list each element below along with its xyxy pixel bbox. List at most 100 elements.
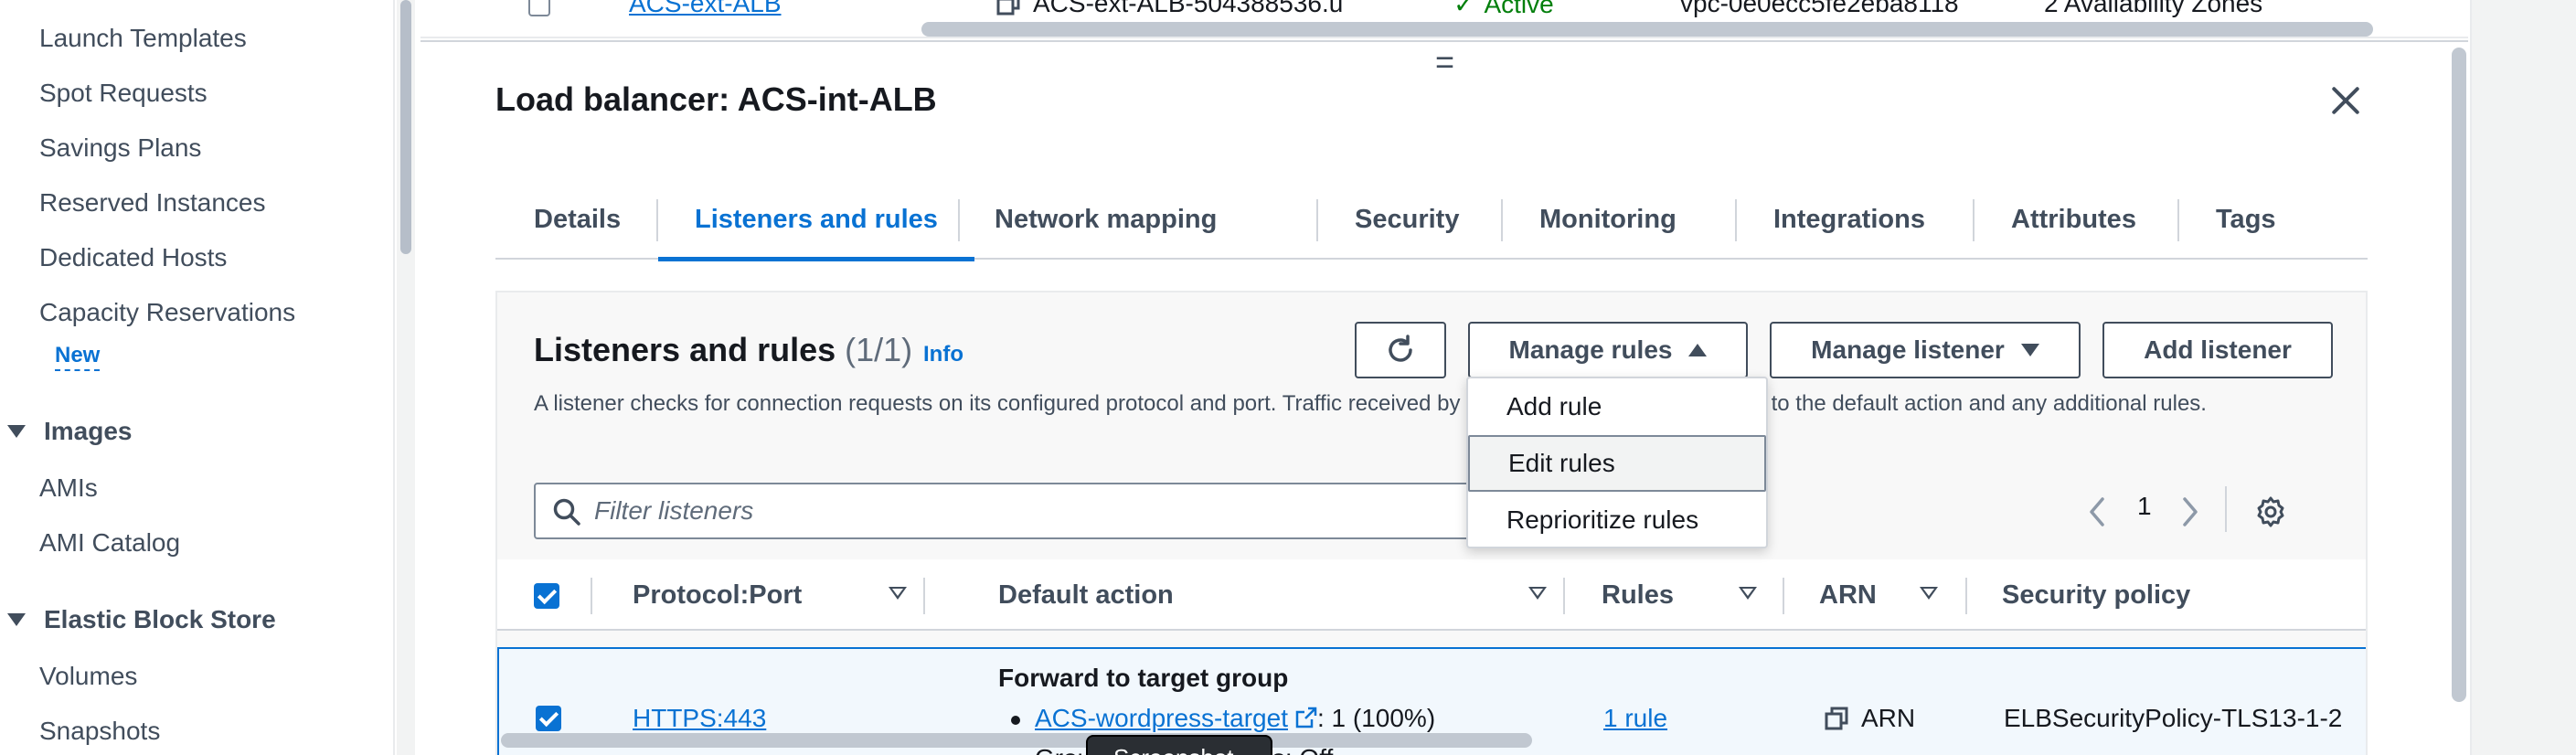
column-header-default-action[interactable]: Default action [998, 559, 1174, 631]
filter-listeners-input[interactable] [594, 484, 1554, 537]
load-balancers-table-row: ACS-ext-ALB ACS-ext-ALB-504388536.u ✓ Act… [420, 0, 2468, 38]
tab-listeners-and-rules[interactable]: Listeners and rules [658, 179, 974, 261]
tab-tags[interactable]: Tags [2216, 179, 2276, 260]
copy-icon[interactable] [996, 0, 1020, 16]
column-header-protocol-port[interactable]: Protocol:Port [633, 559, 802, 631]
filter-field[interactable] [534, 483, 1567, 539]
split-panel: = Load balancer: ACS-int-ALB Details Lis… [420, 40, 2468, 755]
target-group-link[interactable]: ACS-wordpress-target [1035, 704, 1288, 732]
sidebar-item-volumes[interactable]: Volumes [39, 662, 137, 691]
arn-copy[interactable]: ARN [1825, 704, 1915, 733]
column-header-rules[interactable]: Rules [1602, 559, 1674, 631]
manage-rules-button[interactable]: Manage rules [1468, 322, 1748, 378]
listeners-description: A listener checks for connection request… [534, 391, 2207, 416]
column-header-arn[interactable]: ARN [1819, 559, 1877, 631]
manage-rules-menu: Add rule Edit rules Reprioritize rules [1466, 377, 1768, 548]
column-divider [591, 578, 592, 614]
tab-divider [1316, 199, 1318, 241]
sidebar-item-ami-catalog[interactable]: AMI Catalog [39, 528, 180, 558]
tab-network-mapping[interactable]: Network mapping [995, 179, 1217, 260]
listeners-container: Listeners and rules (1/1) Info A listene… [495, 291, 2368, 755]
select-all-checkbox[interactable] [534, 583, 559, 609]
listeners-heading: Listeners and rules (1/1) [534, 331, 912, 369]
load-balancer-name-link[interactable]: ACS-ext-ALB [629, 0, 782, 18]
tab-security[interactable]: Security [1355, 179, 1459, 260]
manage-listener-button[interactable]: Manage listener [1770, 322, 2081, 378]
chevron-left-icon[interactable] [2086, 495, 2108, 528]
sidebar-item-launch-templates[interactable]: Launch Templates [39, 24, 247, 53]
page-number[interactable]: 1 [2137, 492, 2152, 521]
tab-divider [1973, 199, 1975, 241]
screenshot-tooltip: Screenshot [1086, 735, 1272, 755]
refresh-icon [1389, 335, 1412, 362]
sidebar-nav: Launch Templates Spot Requests Savings P… [0, 0, 395, 755]
sidebar-item-capacity-reservations[interactable]: Capacity Reservations [39, 298, 295, 327]
tab-divider [1735, 199, 1737, 241]
sidebar-item-savings-plans[interactable]: Savings Plans [39, 133, 201, 163]
copy-icon[interactable] [1825, 707, 1848, 730]
state-text: Active [1484, 0, 1554, 18]
panel-vertical-scrollbar[interactable] [2452, 48, 2466, 702]
rules-link[interactable]: 1 rule [1603, 704, 1667, 733]
listeners-count: (1/1) [845, 331, 913, 368]
caret-up-icon [1688, 344, 1708, 356]
row-checkbox[interactable] [528, 0, 550, 16]
sidebar-item-spot-requests[interactable]: Spot Requests [39, 79, 208, 108]
state-badge: ✓ Active [1453, 0, 1554, 19]
manage-listener-label: Manage listener [1811, 335, 2005, 364]
sidebar-item-reserved-instances[interactable]: Reserved Instances [39, 188, 265, 218]
pager-divider [2225, 486, 2227, 532]
panel-horizontal-scrollbar[interactable] [501, 733, 1532, 748]
check-circle-icon: ✓ [1453, 0, 1475, 18]
sort-icon[interactable] [889, 587, 907, 600]
sidebar-item-amis[interactable]: AMIs [39, 473, 98, 503]
default-action-title: Forward to target group [998, 664, 1289, 692]
target-group-entry: ACS-wordpress-target: 1 (100%) [1011, 704, 1435, 733]
tab-divider [958, 199, 960, 241]
add-listener-button[interactable]: Add listener [2102, 322, 2333, 378]
close-icon[interactable] [2327, 82, 2364, 119]
sidebar-section-label: Elastic Block Store [44, 605, 276, 633]
arn-label: ARN [1861, 704, 1916, 732]
dns-name-text: ACS-ext-ALB-504388536.u [1033, 0, 1344, 17]
tab-attributes[interactable]: Attributes [2011, 179, 2136, 260]
sidebar-section-label: Images [44, 417, 133, 445]
tab-integrations[interactable]: Integrations [1773, 179, 1925, 260]
column-divider [1563, 578, 1565, 614]
sort-icon[interactable] [1528, 587, 1547, 600]
vpc-id: vpc-0e0ecc5fe2eba8118 [1680, 0, 1959, 17]
sidebar-scrollbar-thumb[interactable] [400, 0, 411, 254]
sidebar-section-ebs[interactable]: Elastic Block Store [4, 605, 276, 634]
row-checkbox[interactable] [536, 706, 561, 731]
external-link-icon[interactable] [1295, 707, 1317, 728]
refresh-button[interactable] [1355, 322, 1446, 378]
menu-item-reprioritize-rules[interactable]: Reprioritize rules [1468, 492, 1766, 548]
tab-divider [2177, 199, 2179, 241]
caret-down-icon [7, 425, 26, 438]
protocol-port-link[interactable]: HTTPS:443 [633, 704, 766, 733]
bullet [1011, 715, 1020, 725]
sidebar-section-images[interactable]: Images [4, 417, 133, 446]
sort-icon[interactable] [1920, 587, 1938, 600]
info-link[interactable]: Info [923, 342, 963, 367]
menu-item-edit-rules[interactable]: Edit rules [1468, 435, 1766, 492]
sidebar-item-dedicated-hosts[interactable]: Dedicated Hosts [39, 243, 227, 272]
gear-icon[interactable] [2254, 495, 2287, 528]
tab-divider [1501, 199, 1503, 241]
tab-monitoring[interactable]: Monitoring [1539, 179, 1677, 260]
column-divider [923, 578, 925, 614]
sort-icon[interactable] [1739, 587, 1757, 600]
table-horizontal-scrollbar[interactable] [921, 22, 2373, 37]
sidebar-scrollbar[interactable] [397, 0, 415, 755]
resize-handle-icon[interactable]: = [1435, 46, 1454, 79]
column-divider [1965, 578, 1967, 614]
search-icon [553, 498, 580, 526]
sidebar-item-snapshots[interactable]: Snapshots [39, 717, 160, 746]
dns-name: ACS-ext-ALB-504388536.u [996, 0, 1343, 18]
availability-zones: 2 Availability Zones [2044, 0, 2263, 17]
caret-down-icon [7, 613, 26, 626]
column-header-security-policy[interactable]: Security policy [2002, 559, 2190, 631]
chevron-right-icon[interactable] [2179, 495, 2201, 528]
tab-details[interactable]: Details [534, 179, 621, 260]
menu-item-add-rule[interactable]: Add rule [1468, 378, 1766, 435]
